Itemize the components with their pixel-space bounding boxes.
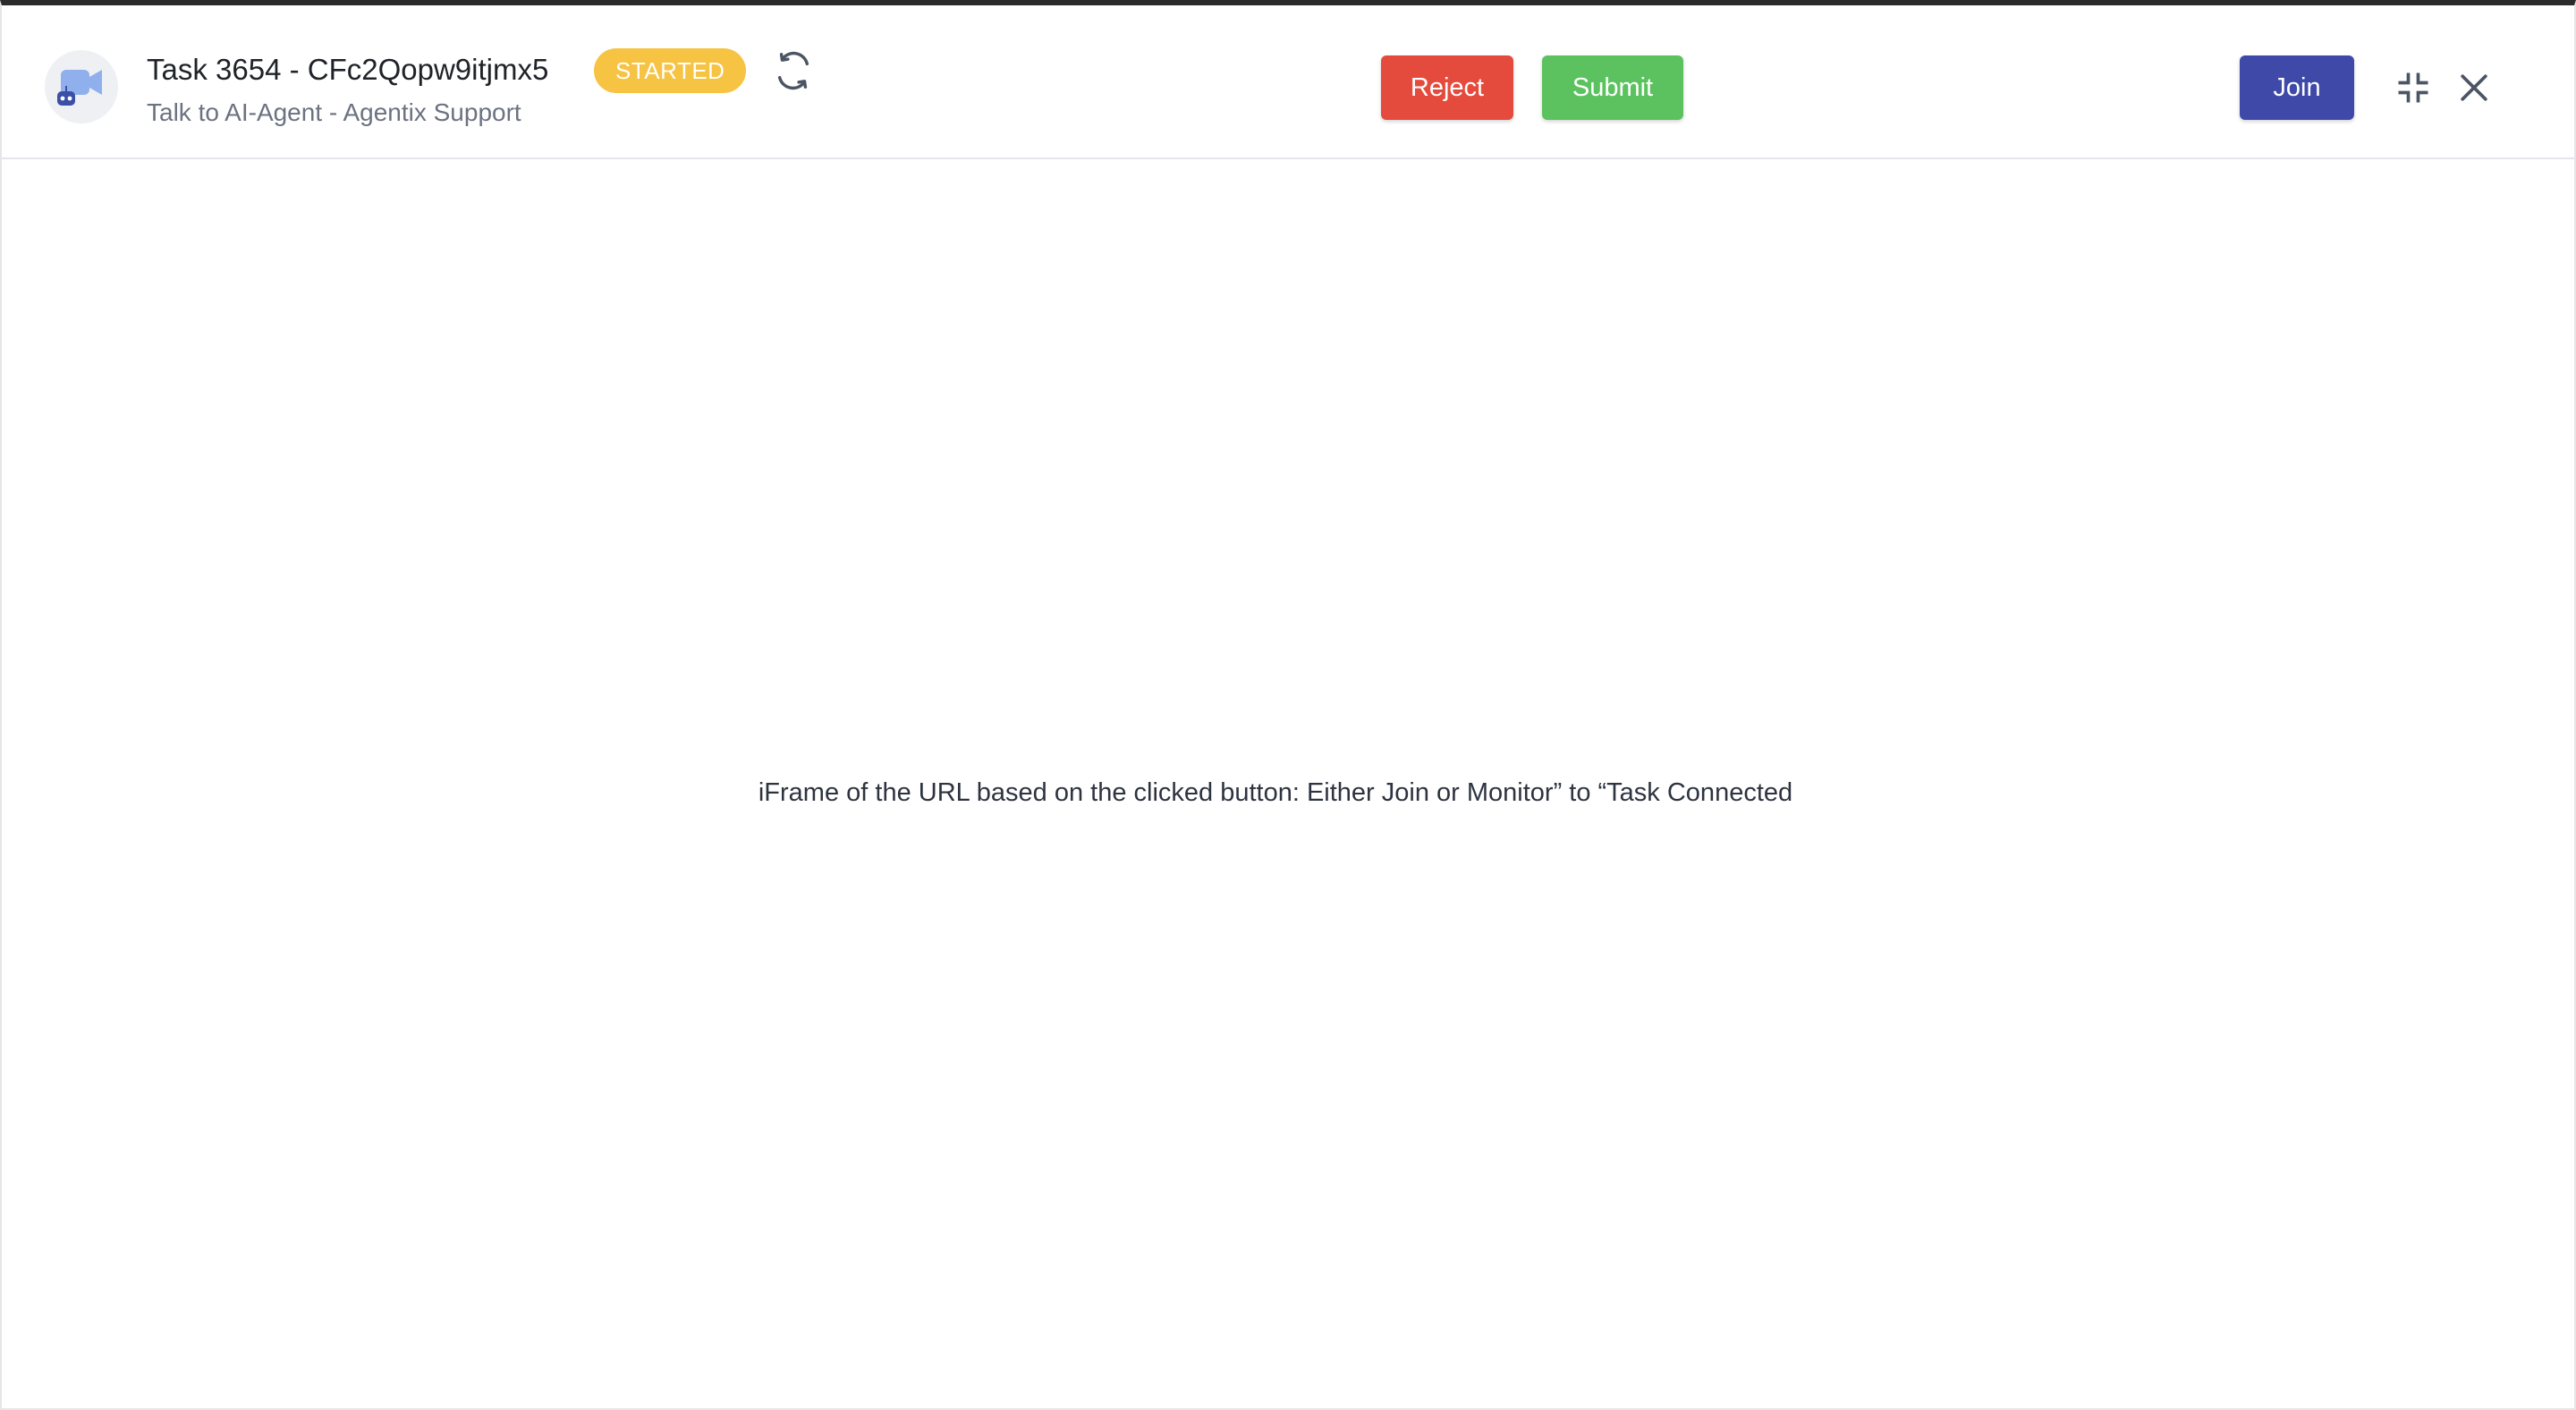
- status-badge: STARTED: [594, 48, 747, 93]
- task-subtitle: Talk to AI-Agent - Agentix Support: [147, 98, 521, 126]
- join-button[interactable]: Join: [2240, 55, 2354, 120]
- refresh-icon[interactable]: [773, 50, 814, 91]
- task-title: Task 3654 - CFc2Qopw9itjmx5: [147, 53, 549, 86]
- task-header: Task 3654 - CFc2Qopw9itjmx5 Talk to AI-A…: [2, 5, 2574, 159]
- close-icon[interactable]: [2454, 68, 2494, 107]
- reject-button[interactable]: Reject: [1381, 55, 1513, 120]
- submit-button[interactable]: Submit: [1542, 55, 1683, 120]
- minimize-icon[interactable]: [2394, 68, 2433, 107]
- iframe-placeholder-text: iFrame of the URL based on the clicked b…: [758, 778, 1793, 807]
- video-camera-robot-icon: [45, 50, 118, 123]
- task-window: Task 3654 - CFc2Qopw9itjmx5 Talk to AI-A…: [0, 0, 2576, 1410]
